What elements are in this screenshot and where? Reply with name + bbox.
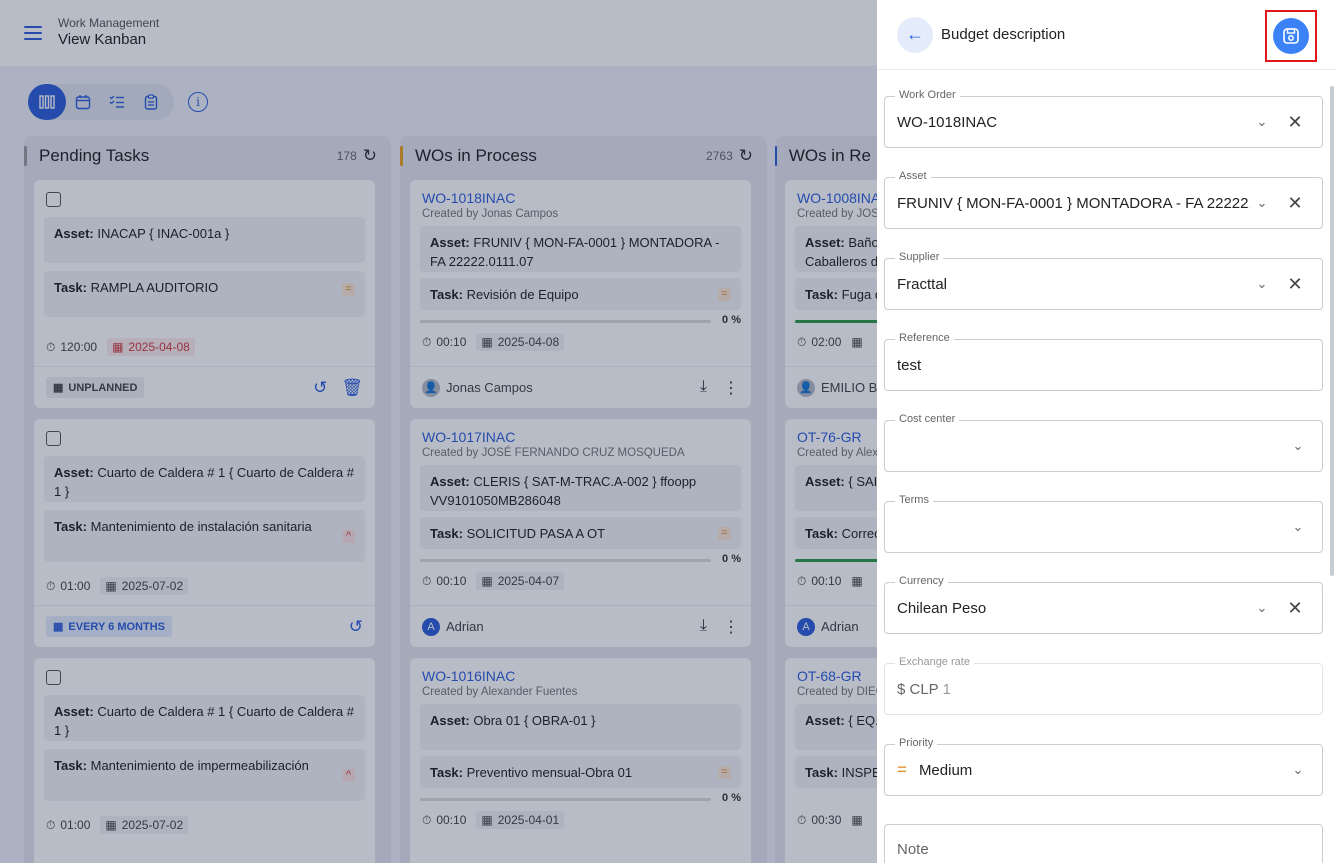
exchange-rate-value: $ CLP 1 — [897, 681, 1310, 698]
reference-label: Reference — [895, 332, 954, 344]
currency-field[interactable]: Currency Chilean Peso ⌄ ✕ — [884, 575, 1323, 634]
terms-field[interactable]: Terms ⌄ — [884, 494, 1323, 553]
currency-prefix: $ CLP — [897, 680, 939, 698]
reference-value[interactable]: test — [897, 357, 1310, 374]
chevron-down-icon[interactable]: ⌄ — [1286, 438, 1310, 454]
priority-medium-icon: = — [897, 760, 907, 779]
note-field[interactable]: Note — [884, 824, 1323, 863]
clear-icon[interactable]: ✕ — [1280, 598, 1310, 619]
reference-field[interactable]: Reference test — [884, 332, 1323, 391]
supplier-field[interactable]: Supplier Fracttal ⌄ ✕ — [884, 251, 1323, 310]
back-arrow-icon[interactable]: ← — [897, 16, 933, 53]
panel-form: Work Order WO-1018INAC ⌄ ✕ Asset FRUNIV … — [877, 74, 1330, 863]
panel-title: Budget description — [941, 26, 1066, 43]
currency-label: Currency — [895, 575, 948, 587]
chevron-down-icon[interactable]: ⌄ — [1250, 114, 1274, 130]
exchange-rate-field: Exchange rate $ CLP 1 — [884, 656, 1323, 715]
clear-icon[interactable]: ✕ — [1280, 274, 1310, 295]
chevron-down-icon[interactable]: ⌄ — [1286, 519, 1310, 535]
cost-center-label: Cost center — [895, 413, 960, 425]
clear-icon[interactable]: ✕ — [1280, 112, 1310, 133]
priority-label: Priority — [895, 737, 938, 749]
scrollbar[interactable] — [1330, 86, 1334, 576]
chevron-down-icon[interactable]: ⌄ — [1250, 195, 1274, 211]
asset-value: FRUNIV { MON-FA-0001 } MONTADORA - FA 22… — [897, 194, 1250, 212]
work-order-value: WO-1018INAC — [897, 113, 998, 131]
exchange-rate-label: Exchange rate — [895, 656, 974, 668]
chevron-down-icon[interactable]: ⌄ — [1250, 600, 1274, 616]
save-icon — [1283, 28, 1299, 44]
save-button[interactable] — [1273, 18, 1309, 54]
cost-center-field[interactable]: Cost center ⌄ — [884, 413, 1323, 472]
clear-icon[interactable]: ✕ — [1280, 193, 1310, 214]
budget-description-panel: ← Budget description Work Order WO-1018I… — [877, 0, 1336, 863]
supplier-value: Fracttal — [897, 275, 948, 293]
save-button-highlight — [1265, 10, 1317, 62]
chevron-down-icon[interactable]: ⌄ — [1250, 276, 1274, 292]
terms-label: Terms — [895, 494, 933, 506]
work-order-label: Work Order — [895, 89, 960, 101]
priority-value: Medium — [918, 761, 973, 779]
asset-field[interactable]: Asset FRUNIV { MON-FA-0001 } MONTADORA -… — [884, 170, 1323, 229]
currency-value: Chilean Peso — [897, 599, 987, 617]
chevron-down-icon[interactable]: ⌄ — [1286, 762, 1310, 778]
priority-field[interactable]: Priority = Medium ⌄ — [884, 737, 1323, 796]
exchange-rate-number: 1 — [942, 680, 951, 698]
supplier-label: Supplier — [895, 251, 944, 263]
asset-label: Asset — [895, 170, 931, 182]
work-order-field[interactable]: Work Order WO-1018INAC ⌄ ✕ — [884, 89, 1323, 148]
